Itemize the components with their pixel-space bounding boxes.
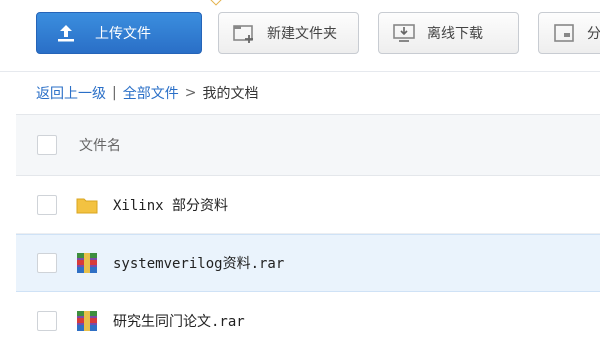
share-button[interactable]: 分 <box>538 12 600 54</box>
file-name[interactable]: 研究生同门论文.rar <box>113 311 245 331</box>
offline-download-label: 离线下载 <box>427 26 483 42</box>
file-row-xilinx[interactable]: Xilinx 部分资料 <box>16 176 600 234</box>
breadcrumb-current-folder: 我的文档 <box>202 86 259 102</box>
new-folder-label: 新建文件夹 <box>267 26 337 42</box>
upload-icon <box>53 20 79 46</box>
new-folder-icon <box>231 20 257 46</box>
offline-download-button[interactable]: 离线下载 <box>378 12 519 54</box>
share-icon <box>551 20 577 46</box>
breadcrumb-all-files-link[interactable]: 全部文件 <box>123 83 179 103</box>
breadcrumb-arrow: > <box>184 85 197 101</box>
share-label: 分 <box>587 26 600 42</box>
select-all-checkbox[interactable] <box>37 135 57 155</box>
file-name[interactable]: systemverilog资料.rar <box>113 253 284 273</box>
breadcrumb-back-link[interactable]: 返回上一级 <box>36 83 106 103</box>
row-checkbox[interactable] <box>37 253 57 273</box>
breadcrumb: 返回上一级 | 全部文件 > 我的文档 <box>36 82 258 104</box>
new-folder-button[interactable]: 新建文件夹 <box>218 12 359 54</box>
file-row-thesis[interactable]: 研究生同门论文.rar <box>16 292 600 340</box>
breadcrumb-separator: | <box>112 85 117 101</box>
column-header-filename[interactable]: 文件名 <box>79 135 121 155</box>
file-list-header: 文件名 <box>16 114 600 176</box>
row-checkbox[interactable] <box>37 194 57 215</box>
offline-download-icon <box>391 20 417 46</box>
upload-file-label: 上传文件 <box>95 26 151 42</box>
row-checkbox[interactable] <box>37 310 57 331</box>
upload-file-button[interactable]: 上传文件 <box>36 12 202 54</box>
notification-marker <box>210 0 222 6</box>
folder-icon <box>76 194 98 216</box>
rar-archive-icon <box>76 310 98 332</box>
file-name[interactable]: Xilinx 部分资料 <box>113 195 228 215</box>
file-row-systemverilog[interactable]: systemverilog资料.rar <box>16 234 600 292</box>
rar-archive-icon <box>76 252 98 274</box>
toolbar: 上传文件 新建文件夹 离线下载 分 <box>0 0 600 72</box>
